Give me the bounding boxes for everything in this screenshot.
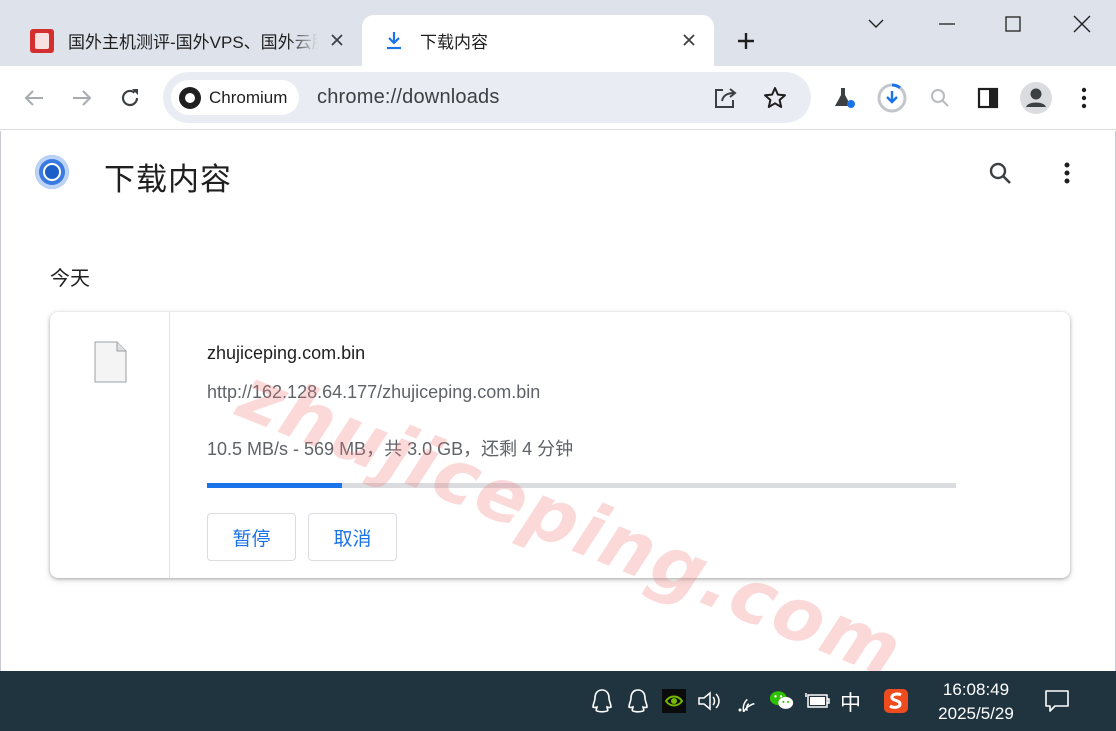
maximize-button[interactable] (980, 0, 1046, 48)
clock-date: 2025/5/29 (938, 704, 1014, 723)
search-downloads-button[interactable] (980, 153, 1020, 193)
file-icon-column (50, 312, 170, 578)
clock-time: 16:08:49 (942, 680, 1010, 699)
download-item-card: zhujiceping.com.bin http://162.128.64.17… (50, 312, 1070, 578)
system-clock[interactable]: 16:08:49 2025/5/29 (922, 678, 1030, 726)
minimize-button[interactable] (914, 0, 980, 48)
tab-downloads[interactable]: 下载内容 (362, 15, 714, 66)
progress-bar-fill (207, 483, 342, 488)
new-tab-button[interactable] (730, 25, 762, 57)
cancel-button[interactable]: 取消 (308, 513, 397, 561)
tab-strip: 国外主机测评-国外VPS、国外云服务器 下载内容 (0, 0, 1116, 66)
date-section-label: 今天 (50, 268, 90, 290)
pause-button[interactable]: 暂停 (207, 513, 296, 561)
search-icon (989, 162, 1011, 184)
address-bar[interactable]: Chromium chrome://downloads (163, 72, 811, 123)
more-vert-icon (1064, 162, 1070, 184)
wifi-icon[interactable] (735, 688, 761, 714)
tab-close-icon[interactable] (676, 27, 702, 53)
site-favicon-icon (30, 28, 54, 53)
nvidia-icon[interactable] (661, 688, 687, 714)
tab-close-icon[interactable] (324, 27, 350, 53)
browser-toolbar: Chromium chrome://downloads (0, 66, 1116, 130)
battery-icon[interactable] (805, 688, 831, 714)
profile-avatar-icon[interactable] (1016, 78, 1056, 118)
close-window-button[interactable] (1049, 0, 1115, 48)
downloads-toolbar-icon[interactable] (872, 78, 912, 118)
url-text[interactable]: chrome://downloads (317, 86, 500, 109)
file-icon (94, 341, 127, 383)
windows-taskbar: 中 16:08:49 2025/5/29 (0, 671, 1116, 731)
page-title: 下载内容 (104, 162, 232, 197)
tab-title: 国外主机测评-国外VPS、国外云服务器 (68, 33, 318, 52)
site-info-chip[interactable]: Chromium (171, 80, 300, 115)
share-icon[interactable] (709, 81, 743, 115)
file-url[interactable]: http://162.128.64.177/zhujiceping.com.bi… (207, 382, 540, 403)
tab-search-chevron-icon[interactable] (843, 0, 909, 48)
download-icon (384, 30, 404, 52)
progress-bar (207, 483, 956, 488)
zoom-search-icon[interactable] (920, 78, 960, 118)
labs-flask-icon[interactable] (824, 78, 864, 118)
wechat-icon[interactable] (769, 688, 795, 714)
bookmark-star-icon[interactable] (758, 81, 792, 115)
volume-icon[interactable] (697, 688, 723, 714)
chromium-logo-icon (35, 155, 69, 189)
downloads-page: 下载内容 今天 zhujiceping.com.bin http://162.1… (0, 131, 1116, 696)
browser-menu-icon[interactable] (1064, 78, 1104, 118)
tab-site[interactable]: 国外主机测评-国外VPS、国外云服务器 (18, 15, 362, 66)
forward-button[interactable] (62, 78, 102, 118)
back-button[interactable] (14, 78, 54, 118)
side-panel-icon[interactable] (968, 78, 1008, 118)
sogou-input-icon[interactable] (883, 688, 909, 714)
page-menu-button[interactable] (1047, 153, 1087, 193)
ime-indicator[interactable]: 中 (840, 687, 861, 717)
tab-title: 下载内容 (420, 33, 488, 52)
qq-icon[interactable] (589, 688, 615, 714)
file-name[interactable]: zhujiceping.com.bin (207, 343, 365, 364)
reload-button[interactable] (110, 78, 150, 118)
chip-label: Chromium (209, 87, 288, 107)
chromium-logo-icon (179, 86, 201, 109)
download-status: 10.5 MB/s - 569 MB，共 3.0 GB，还剩 4 分钟 (207, 439, 574, 459)
notification-icon[interactable] (1044, 688, 1070, 714)
qq-icon[interactable] (625, 688, 651, 714)
